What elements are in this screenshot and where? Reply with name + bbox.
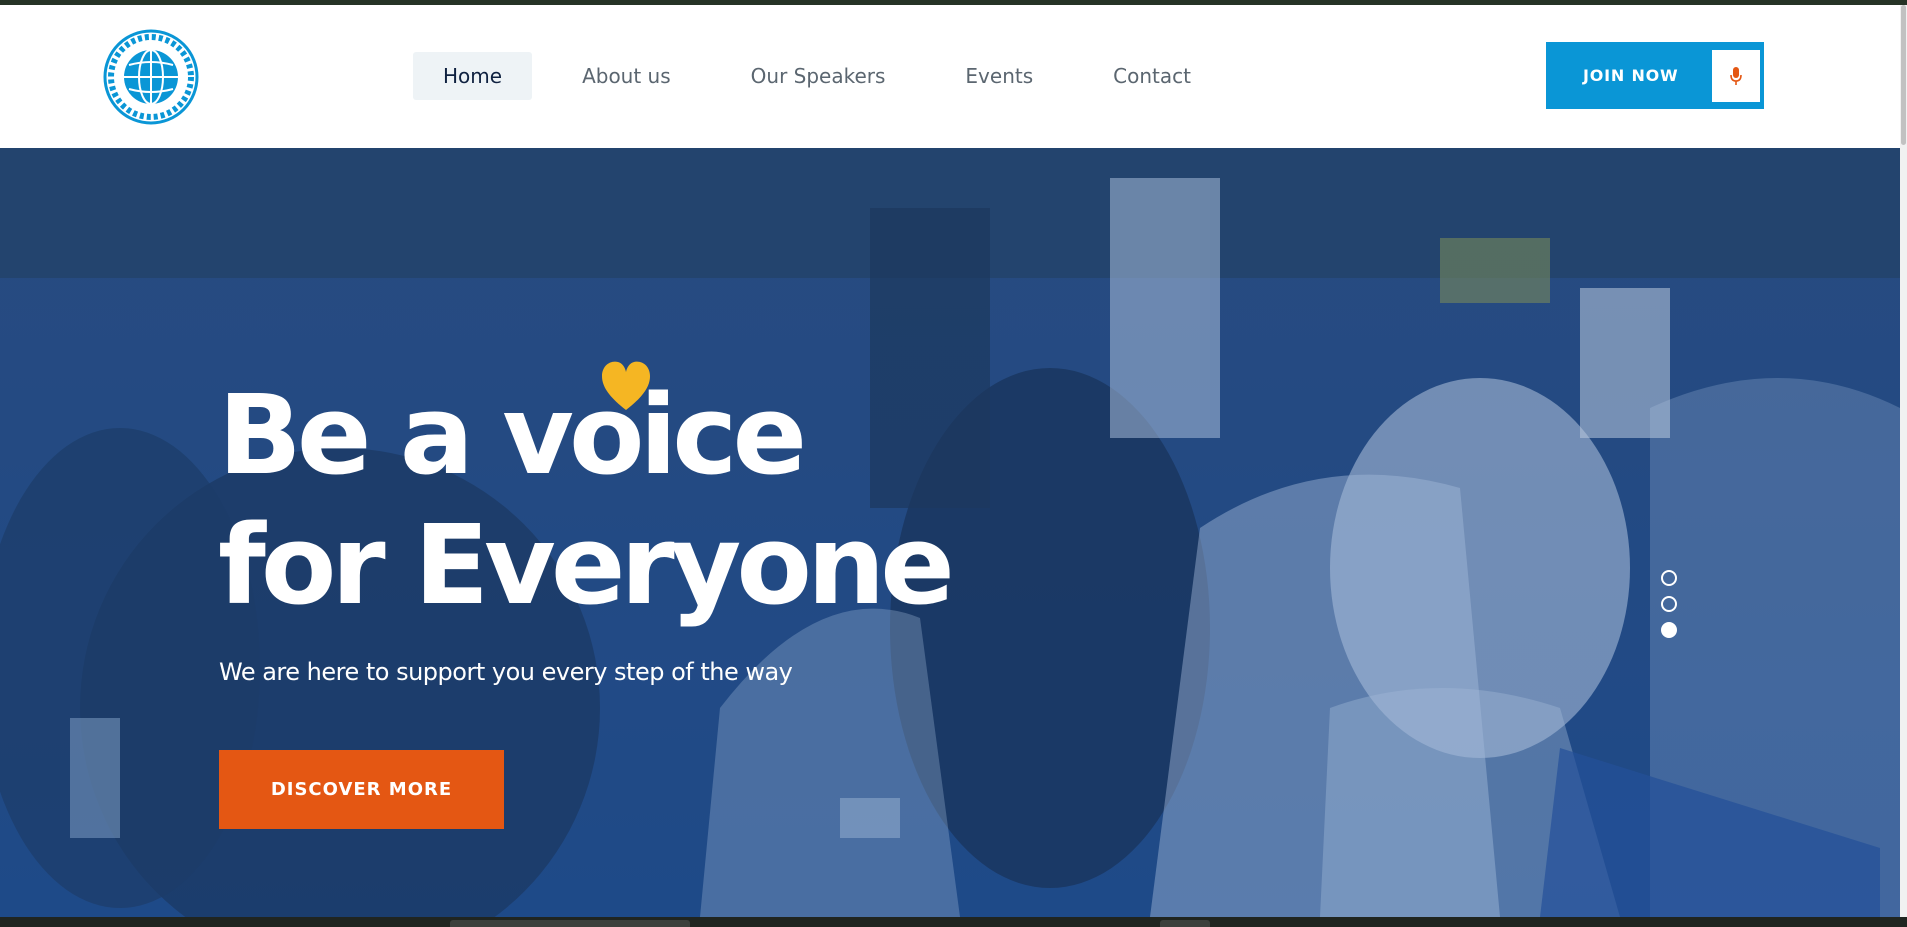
slider-dot-3[interactable] (1661, 622, 1677, 638)
page-scrollbar[interactable] (1900, 5, 1907, 917)
nav-our-speakers[interactable]: Our Speakers (721, 52, 916, 100)
join-now-label: JOIN NOW (1583, 66, 1679, 85)
microphone-icon (1712, 49, 1760, 102)
heart-icon (602, 361, 650, 410)
headline-line-2: for Everyone (218, 501, 955, 629)
nav-contact[interactable]: Contact (1083, 52, 1221, 100)
slider-pagination (1661, 570, 1677, 648)
slider-dot-1[interactable] (1661, 570, 1677, 586)
taskbar-strip (0, 917, 1907, 927)
headline-line-1: Be a voice (218, 371, 807, 499)
hero-slider: Be a voice for Everyone We are here to s… (0, 148, 1900, 917)
globe-logo-icon (103, 29, 199, 125)
site-header: Home About us Our Speakers Events Contac… (0, 5, 1900, 148)
nav-events[interactable]: Events (935, 52, 1063, 100)
taskbar-tab[interactable] (1160, 920, 1210, 927)
hero-headline: Be a voice for Everyone (218, 370, 955, 630)
slider-dot-2[interactable] (1661, 596, 1677, 612)
nav-home[interactable]: Home (413, 52, 533, 100)
site-logo[interactable] (97, 29, 205, 125)
page: Home About us Our Speakers Events Contac… (0, 5, 1900, 917)
join-now-button[interactable]: JOIN NOW (1546, 42, 1764, 109)
taskbar-tab[interactable] (450, 920, 690, 927)
discover-more-button[interactable]: DISCOVER MORE (219, 750, 504, 829)
main-nav: Home About us Our Speakers Events Contac… (413, 52, 1241, 100)
nav-about-us[interactable]: About us (552, 52, 701, 100)
hero-subtitle: We are here to support you every step of… (219, 658, 793, 686)
scrollbar-thumb[interactable] (1901, 5, 1906, 145)
